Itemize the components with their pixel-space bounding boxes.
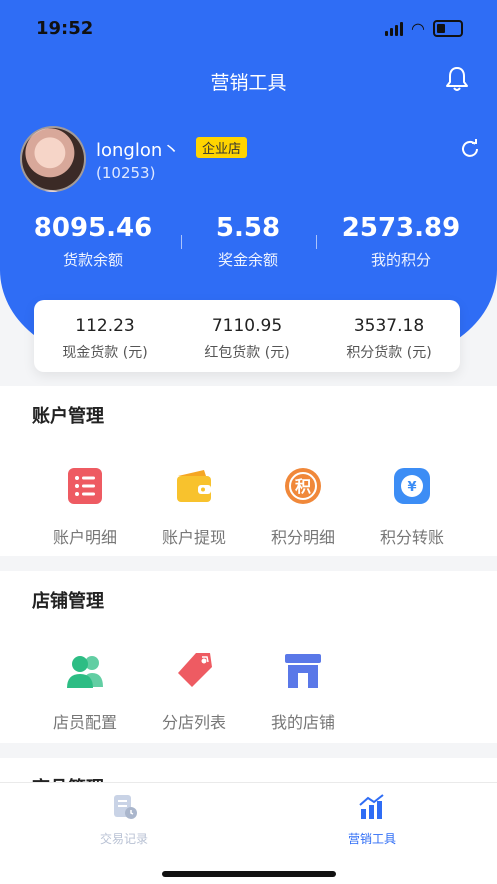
tab-label: 营销工具 — [347, 832, 396, 846]
points-transfer-button[interactable]: ¥ 积分转账 — [357, 466, 467, 548]
top-bar: 营销工具 — [0, 58, 497, 102]
grid-label: 积分转账 — [379, 528, 444, 547]
card-label: 积分货款 (元) — [346, 345, 432, 361]
staff-config-button[interactable]: 店员配置 — [30, 651, 140, 733]
tab-transaction-records[interactable]: 交易记录 — [54, 793, 194, 847]
stat-value: 5.58 — [215, 213, 281, 243]
avatar[interactable] — [20, 126, 86, 192]
list-icon — [68, 468, 102, 504]
grid-label: 账户明细 — [52, 528, 117, 547]
bell-icon[interactable] — [445, 66, 469, 92]
cash-payment[interactable]: 112.23 现金货款 (元) — [34, 316, 176, 362]
grid-label: 账户提现 — [161, 528, 226, 547]
bottom-tab-bar: 交易记录 营销工具 — [0, 782, 497, 884]
stat-label: 我的积分 — [370, 251, 431, 269]
grid-label: 店员配置 — [52, 713, 117, 732]
card-label: 现金货款 (元) — [62, 345, 148, 361]
stat-my-points[interactable]: 2573.89 我的积分 — [326, 213, 476, 270]
store-type-badge: 企业店 — [196, 137, 248, 158]
chart-icon — [359, 794, 384, 819]
points-payment[interactable]: 3537.18 积分货款 (元) — [318, 316, 460, 362]
account-detail-button[interactable]: 账户明细 — [30, 466, 140, 548]
stat-label: 奖金余额 — [217, 251, 278, 269]
transfer-icon: ¥ — [394, 468, 430, 504]
card-value: 7110.95 — [211, 316, 283, 336]
user-id: (10253) — [96, 164, 156, 182]
battery-icon — [433, 20, 463, 37]
store-management-section: 店铺管理 店员配置 分店列表 我的店铺 — [0, 571, 497, 743]
profile-header: longlon丶 企业店 (10253) — [20, 126, 480, 196]
status-time: 19:52 — [36, 18, 94, 39]
section-title: 店铺管理 — [32, 591, 104, 612]
divider — [316, 235, 317, 249]
store-icon — [285, 654, 321, 688]
wallet-icon — [177, 470, 211, 502]
page-title: 营销工具 — [210, 72, 287, 94]
account-withdraw-button[interactable]: 账户提现 — [139, 466, 249, 548]
stat-bonus-balance[interactable]: 5.58 奖金余额 — [173, 213, 323, 270]
redpacket-payment[interactable]: 7110.95 红包货款 (元) — [176, 316, 318, 362]
stat-value: 8095.46 — [33, 213, 153, 243]
points-icon: 积 — [285, 468, 321, 504]
svg-text:¥: ¥ — [407, 480, 416, 495]
wifi-icon: ◠ — [411, 18, 425, 38]
my-store-button[interactable]: 我的店铺 — [248, 651, 358, 733]
stat-value: 2573.89 — [341, 213, 461, 243]
points-detail-button[interactable]: 积 积分明细 — [248, 466, 358, 548]
card-label: 红包货款 (元) — [204, 345, 290, 361]
account-management-section: 账户管理 账户明细 账户提现 积 积分明细 ¥ 积分转账 — [0, 386, 497, 556]
tab-marketing-tools[interactable]: 营销工具 — [302, 793, 442, 847]
status-bar: 19:52 ◠ — [0, 0, 497, 56]
home-indicator — [162, 871, 336, 877]
grid-label: 我的店铺 — [270, 713, 335, 732]
tag-icon — [178, 653, 212, 687]
tab-label: 交易记录 — [99, 832, 148, 846]
card-value: 112.23 — [75, 316, 135, 336]
refresh-icon[interactable] — [460, 138, 480, 158]
receipt-icon — [114, 795, 137, 819]
grid-label: 分店列表 — [161, 713, 226, 732]
stat-payment-balance[interactable]: 8095.46 货款余额 — [18, 213, 168, 270]
grid-label: 积分明细 — [270, 528, 335, 547]
svg-text:积: 积 — [295, 477, 311, 496]
balance-stats: 8095.46 货款余额 5.58 奖金余额 2573.89 我的积分 — [0, 213, 497, 273]
staff-icon — [67, 656, 103, 688]
username: longlon丶 — [96, 140, 181, 161]
status-icons: ◠ — [385, 20, 463, 37]
signal-icon — [385, 21, 404, 36]
payment-summary-card: 112.23 现金货款 (元) 7110.95 红包货款 (元) 3537.18… — [34, 300, 460, 372]
card-value: 3537.18 — [353, 316, 425, 336]
stat-label: 货款余额 — [62, 251, 123, 269]
section-title: 账户管理 — [32, 406, 104, 427]
branch-list-button[interactable]: 分店列表 — [139, 651, 249, 733]
